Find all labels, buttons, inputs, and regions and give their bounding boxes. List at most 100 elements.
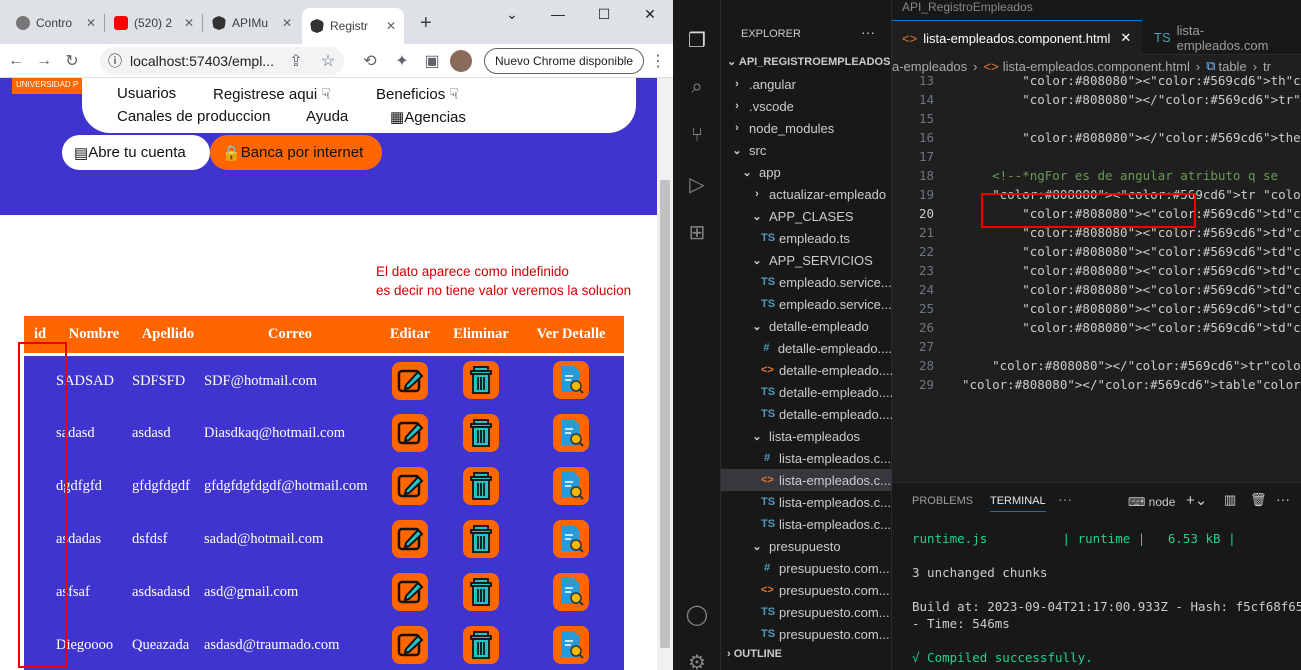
breadcrumb-item[interactable]: table	[1218, 59, 1246, 74]
tree-item[interactable]: <> lista-empleados.c...	[721, 469, 892, 491]
close-icon[interactable]: ✕	[86, 16, 96, 30]
close-window-icon[interactable]: ✕	[627, 0, 673, 28]
detail-button[interactable]	[553, 572, 589, 611]
extensions-icon[interactable]: ✦	[388, 47, 416, 75]
tree-item[interactable]: ⌄ detalle-empleado	[721, 315, 892, 337]
account-icon[interactable]: ◯	[685, 602, 709, 626]
source-control-icon[interactable]: ⑂	[685, 124, 709, 148]
delete-button[interactable]	[463, 572, 499, 611]
close-icon[interactable]: ✕	[282, 16, 292, 30]
close-icon[interactable]: ✕	[386, 19, 396, 33]
menu-icon[interactable]: ⋮	[644, 47, 672, 75]
more-actions-icon[interactable]: ···	[1058, 491, 1072, 507]
nav-canales[interactable]: Canales de produccion	[117, 108, 270, 125]
profile-avatar[interactable]	[450, 49, 472, 72]
tree-item[interactable]: › .vscode	[721, 95, 892, 117]
tree-item[interactable]: TS detalle-empleado....	[721, 403, 892, 425]
editor-tab[interactable]: TS lista-empleados.com	[1144, 20, 1301, 55]
tree-item[interactable]: <> presupuesto.com...	[721, 579, 892, 601]
tree-item[interactable]: ⌄ presupuesto	[721, 535, 892, 557]
split-terminal-icon[interactable]: ▥	[1224, 492, 1236, 508]
project-header[interactable]: ⌄ API_REGISTROEMPLEADOS	[727, 55, 890, 68]
edit-button[interactable]	[392, 626, 428, 664]
tree-item[interactable]: <> detalle-empleado....	[721, 359, 892, 381]
tree-item[interactable]: TS lista-empleados.c...	[721, 513, 892, 535]
tree-item[interactable]: TS empleado.service....	[721, 271, 892, 293]
maximize-icon[interactable]: ☐	[581, 0, 627, 28]
nav-registrese[interactable]: Registrese aqui ☟	[213, 85, 331, 103]
panel-tab-problems[interactable]: PROBLEMS	[912, 495, 973, 507]
breadcrumb-item[interactable]: a-empleados	[892, 59, 967, 74]
detail-button[interactable]	[553, 413, 589, 452]
side-panel-icon[interactable]: ▣	[418, 47, 446, 75]
nav-usuarios[interactable]: Usuarios	[117, 85, 176, 102]
delete-button[interactable]	[463, 466, 499, 505]
edit-button[interactable]	[392, 361, 428, 400]
panel-tab-terminal[interactable]: TERMINAL	[990, 495, 1046, 512]
delete-button[interactable]	[463, 519, 499, 558]
nav-ayuda[interactable]: Ayuda	[306, 108, 348, 125]
breadcrumb-item[interactable]: tr	[1263, 59, 1271, 74]
terminal-shell[interactable]: ⌨ node	[1128, 495, 1175, 509]
nav-agencias[interactable]: ▦Agencias	[390, 108, 466, 126]
close-icon[interactable]: ✕	[184, 16, 194, 30]
open-account-button[interactable]: ▤ Abre tu cuenta	[62, 135, 210, 170]
edit-button[interactable]	[392, 573, 428, 611]
back-icon[interactable]: ←	[2, 47, 30, 75]
more-actions-icon[interactable]: ···	[861, 24, 875, 40]
delete-button[interactable]	[463, 625, 499, 664]
run-debug-icon[interactable]: ▷	[685, 172, 709, 196]
detail-button[interactable]	[553, 625, 589, 664]
detail-button[interactable]	[553, 466, 589, 505]
tree-item[interactable]: TS empleado.service....	[721, 293, 892, 315]
tree-item[interactable]: › actualizar-empleado	[721, 183, 892, 205]
browser-tab-3[interactable]: APIMu ✕	[204, 8, 300, 38]
breadcrumb-item[interactable]: lista-empleados.component.html	[1003, 59, 1190, 74]
browser-tab-1[interactable]: Contro ✕	[8, 8, 104, 38]
scrollbar-thumb[interactable]	[660, 180, 670, 648]
editor-tab-active[interactable]: <> lista-empleados.component.html ✕	[892, 20, 1142, 55]
tree-item[interactable]: TS empleado.ts	[721, 227, 892, 249]
tree-item[interactable]: TS presupuesto.com...	[721, 623, 892, 645]
tree-item[interactable]: # lista-empleados.c...	[721, 447, 892, 469]
tab-search-icon[interactable]: ⌄	[489, 0, 535, 28]
tree-item[interactable]: ⌄ src	[721, 139, 892, 161]
browser-tab-4[interactable]: Registr ✕	[302, 8, 404, 44]
minimize-icon[interactable]: —	[535, 0, 581, 28]
delete-button[interactable]	[463, 413, 499, 452]
more-actions-icon[interactable]: ···	[1276, 491, 1290, 507]
edit-button[interactable]	[392, 467, 428, 505]
bookmark-star-icon[interactable]: ☆	[314, 47, 342, 75]
new-terminal-icon[interactable]: +⌄	[1186, 491, 1207, 509]
tree-item[interactable]: › node_modules	[721, 117, 892, 139]
tree-item[interactable]: › .angular	[721, 73, 892, 95]
tree-item[interactable]: ⌄ APP_CLASES	[721, 205, 892, 227]
edit-button[interactable]	[392, 520, 428, 558]
update-chrome-button[interactable]: Nuevo Chrome disponible	[484, 48, 645, 74]
internet-banking-button[interactable]: 🔒 Banca por internet	[210, 135, 382, 170]
tree-item[interactable]: TS detalle-empleado....	[721, 381, 892, 403]
browser-tab-2[interactable]: (520) 2 ✕	[106, 8, 202, 38]
edit-button[interactable]	[392, 414, 428, 452]
reload-icon[interactable]: ↻	[58, 47, 86, 75]
close-icon[interactable]: ✕	[1120, 30, 1131, 46]
tree-item[interactable]: # detalle-empleado....	[721, 337, 892, 359]
delete-button[interactable]	[463, 361, 499, 400]
tree-item[interactable]: TS presupuesto.com...	[721, 601, 892, 623]
tree-item[interactable]: TS lista-empleados.c...	[721, 491, 892, 513]
extensions-icon[interactable]: ⊞	[685, 220, 709, 244]
detail-button[interactable]	[553, 361, 589, 400]
tree-item[interactable]: ⌄ app	[721, 161, 892, 183]
settings-gear-icon[interactable]: ⚙	[685, 650, 709, 670]
explorer-icon[interactable]: ❐	[685, 28, 709, 52]
nav-beneficios[interactable]: Beneficios ☟	[376, 85, 459, 103]
tree-item[interactable]: ⌄ lista-empleados	[721, 425, 892, 447]
tree-item[interactable]: ⌄ APP_SERVICIOS	[721, 249, 892, 271]
new-tab-button[interactable]: +	[412, 8, 440, 38]
tree-item[interactable]: # presupuesto.com...	[721, 557, 892, 579]
forward-icon[interactable]: →	[30, 47, 58, 75]
trash-icon[interactable]: 🗑	[1250, 492, 1267, 508]
detail-button[interactable]	[553, 519, 589, 558]
sync-icon[interactable]: ⟲	[356, 47, 384, 75]
share-icon[interactable]: ⇪	[282, 47, 310, 75]
